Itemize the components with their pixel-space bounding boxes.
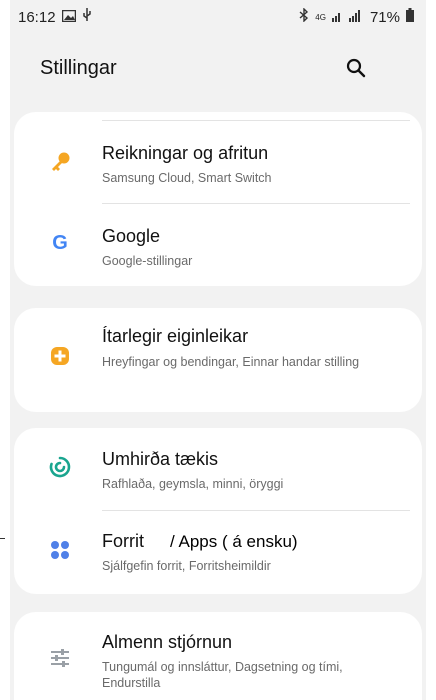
- settings-item-advanced-features[interactable]: Ítarlegir eiginleikar Hreyfingar og bend…: [14, 308, 422, 412]
- sliders-icon: [48, 646, 72, 670]
- signal-strength-icon: [331, 9, 364, 26]
- settings-card-device: Umhirða tækis Rafhlaða, geymsla, minni, …: [14, 428, 422, 594]
- bluetooth-icon: [299, 7, 309, 26]
- search-button[interactable]: [342, 54, 370, 82]
- item-subtitle: Tungumál og innsláttur, Dagsetning og tí…: [102, 660, 343, 690]
- battery-percent: 71%: [369, 8, 400, 26]
- item-subtitle: Samsung Cloud, Smart Switch: [102, 171, 272, 185]
- settings-screen: 16:12 4G 71% Stillingar Reikningar og af…: [10, 0, 426, 700]
- settings-item-google[interactable]: G Google Google-stillingar: [14, 204, 422, 284]
- annotation-text: / Apps ( á ensku): [170, 532, 298, 551]
- settings-card-general: Almenn stjórnun Tungumál og innsláttur, …: [14, 612, 422, 700]
- google-icon: G: [48, 230, 72, 254]
- key-icon: [48, 150, 72, 174]
- search-icon: [346, 58, 366, 78]
- battery-icon: [406, 8, 414, 26]
- edge-line-mark: [0, 538, 5, 539]
- item-title: Ítarlegir eiginleikar: [102, 326, 249, 346]
- settings-item-apps[interactable]: Forrit / Apps ( á ensku) Sjálfgefin forr…: [14, 512, 422, 592]
- item-subtitle: Google-stillingar: [102, 254, 193, 268]
- divider: [102, 510, 410, 511]
- settings-item-device-care[interactable]: Umhirða tækis Rafhlaða, geymsla, minni, …: [14, 428, 422, 508]
- puzzle-plus-icon: [48, 344, 72, 368]
- item-title: Umhirða tækis: [102, 449, 219, 469]
- settings-card-advanced: Ítarlegir eiginleikar Hreyfingar og bend…: [14, 308, 422, 412]
- status-time: 16:12: [18, 8, 56, 26]
- item-title: Google: [102, 226, 161, 246]
- page-title: Stillingar: [40, 56, 117, 79]
- svg-text:G: G: [52, 232, 68, 253]
- item-title: Almenn stjórnun: [102, 632, 233, 652]
- device-care-icon: [48, 455, 72, 479]
- settings-item-accounts-backup[interactable]: Reikningar og afritun Samsung Cloud, Sma…: [14, 122, 422, 202]
- usb-notification-icon: [82, 8, 92, 26]
- item-title: Reikningar og afritun: [102, 143, 269, 163]
- divider: [102, 120, 410, 121]
- apps-grid-icon: [48, 538, 72, 562]
- item-subtitle: Sjálfgefin forrit, Forritsheimildir: [102, 559, 271, 573]
- settings-item-general-management[interactable]: Almenn stjórnun Tungumál og innsláttur, …: [14, 612, 422, 700]
- page-header: Stillingar: [10, 40, 426, 96]
- item-title: Forrit: [102, 531, 144, 551]
- network-type-label: 4G: [315, 12, 326, 22]
- item-subtitle: Hreyfingar og bendingar, Einnar handar s…: [102, 355, 360, 369]
- settings-card-accounts: Reikningar og afritun Samsung Cloud, Sma…: [14, 112, 422, 286]
- status-bar: 16:12 4G 71%: [10, 0, 426, 34]
- gallery-notification-icon: [61, 9, 76, 26]
- item-subtitle: Rafhlaða, geymsla, minni, öryggi: [102, 477, 284, 491]
